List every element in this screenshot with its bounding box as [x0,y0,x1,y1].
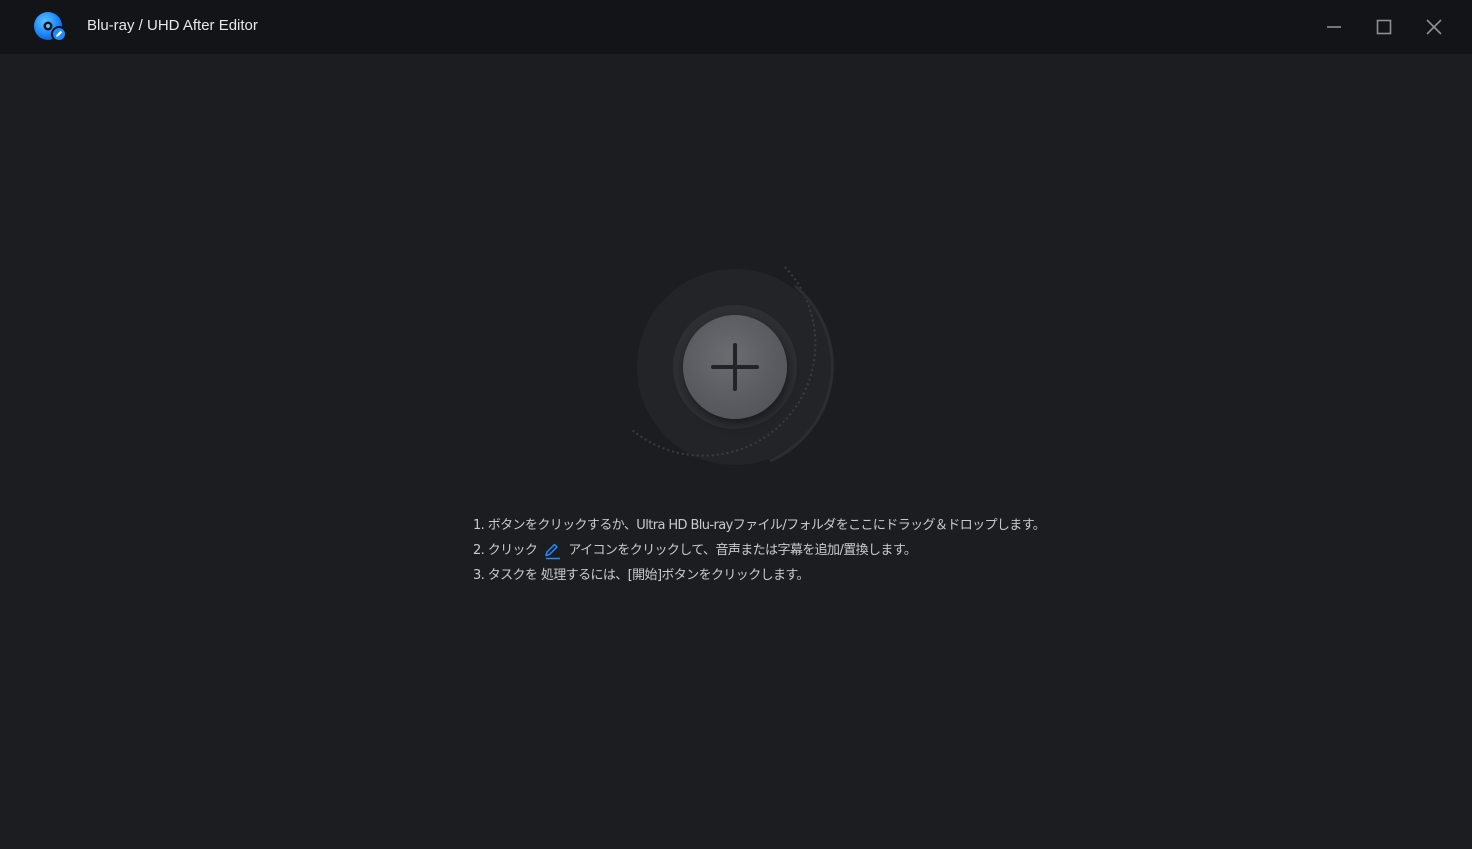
edit-pencil-icon [543,542,563,560]
instruction-text-2a: 2. クリック [473,543,538,558]
window-title: Blu-ray / UHD After Editor [87,17,258,34]
minimize-icon[interactable] [1319,12,1349,42]
instruction-line-1: 1. ボタンをクリックするか、Ultra HD Blu-rayファイル/フォルダ… [473,513,1046,538]
instruction-text-2b: アイコンをクリックして、音声または字幕を追加/置換します。 [568,543,917,558]
blu-ray-disc-edit-icon [33,11,67,43]
instruction-line-3: 3. タスクを 処理するには、[開始]ボタンをクリックします。 [473,563,1033,588]
app-window: Blu-ray / UHD After Editor 1. ボタンをクリックする… [0,0,1472,849]
instructions: 1. ボタンをクリックするか、Ultra HD Blu-rayファイル/フォルダ… [473,513,1046,588]
instruction-line-2: 2. クリック アイコンをクリックして、音声または字幕を追加/置換します。 [473,538,1033,563]
maximize-icon[interactable] [1369,12,1399,42]
add-file-button[interactable] [683,315,787,419]
plus-icon [711,343,759,391]
title-bar[interactable]: Blu-ray / UHD After Editor [0,0,1472,54]
close-icon[interactable] [1419,12,1449,42]
instruction-text-3: 3. タスクを 処理するには、[開始]ボタンをクリックします。 [473,568,810,583]
add-file-drop-area[interactable] [620,256,860,488]
instruction-text-1: 1. ボタンをクリックするか、Ultra HD Blu-rayファイル/フォルダ… [473,518,1046,533]
